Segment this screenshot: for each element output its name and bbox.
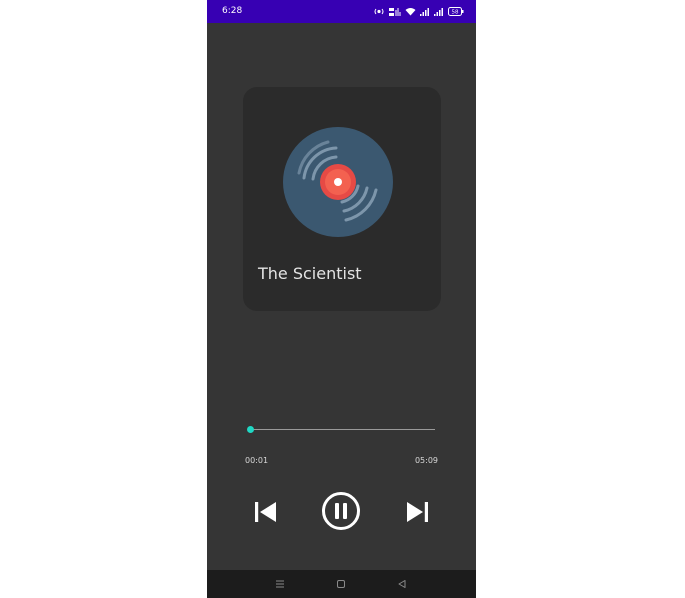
seek-track: [250, 429, 435, 430]
album-card: The Scientist: [243, 87, 441, 311]
volte-icon: [374, 8, 384, 15]
home-square-icon[interactable]: [334, 577, 348, 591]
status-time: 6:28: [222, 6, 243, 16]
system-nav-bar: [207, 570, 476, 598]
menu-icon[interactable]: [273, 577, 287, 591]
seek-thumb[interactable]: [247, 426, 255, 433]
phone-screen: 6:28 58 The Scientist 00:01 05:09: [207, 0, 476, 598]
back-triangle-icon[interactable]: [395, 577, 409, 591]
data-speed-icon: [389, 7, 401, 16]
pause-circle-icon[interactable]: [321, 491, 361, 531]
battery-icon: 58: [448, 7, 464, 16]
song-title: The Scientist: [258, 264, 362, 283]
skip-next-icon[interactable]: [403, 498, 431, 526]
vinyl-record-icon: [283, 127, 393, 237]
total-time: 05:09: [414, 456, 438, 465]
status-bar: 6:28 58: [207, 0, 476, 23]
signal-icon-1: [420, 7, 429, 16]
current-time: 00:01: [245, 456, 269, 465]
signal-icon-2: [434, 7, 443, 16]
seekbar[interactable]: [247, 423, 435, 437]
battery-level: 58: [452, 10, 459, 16]
status-icons: 58: [373, 5, 464, 18]
wifi-icon: [405, 8, 416, 16]
skip-previous-icon[interactable]: [252, 498, 280, 526]
